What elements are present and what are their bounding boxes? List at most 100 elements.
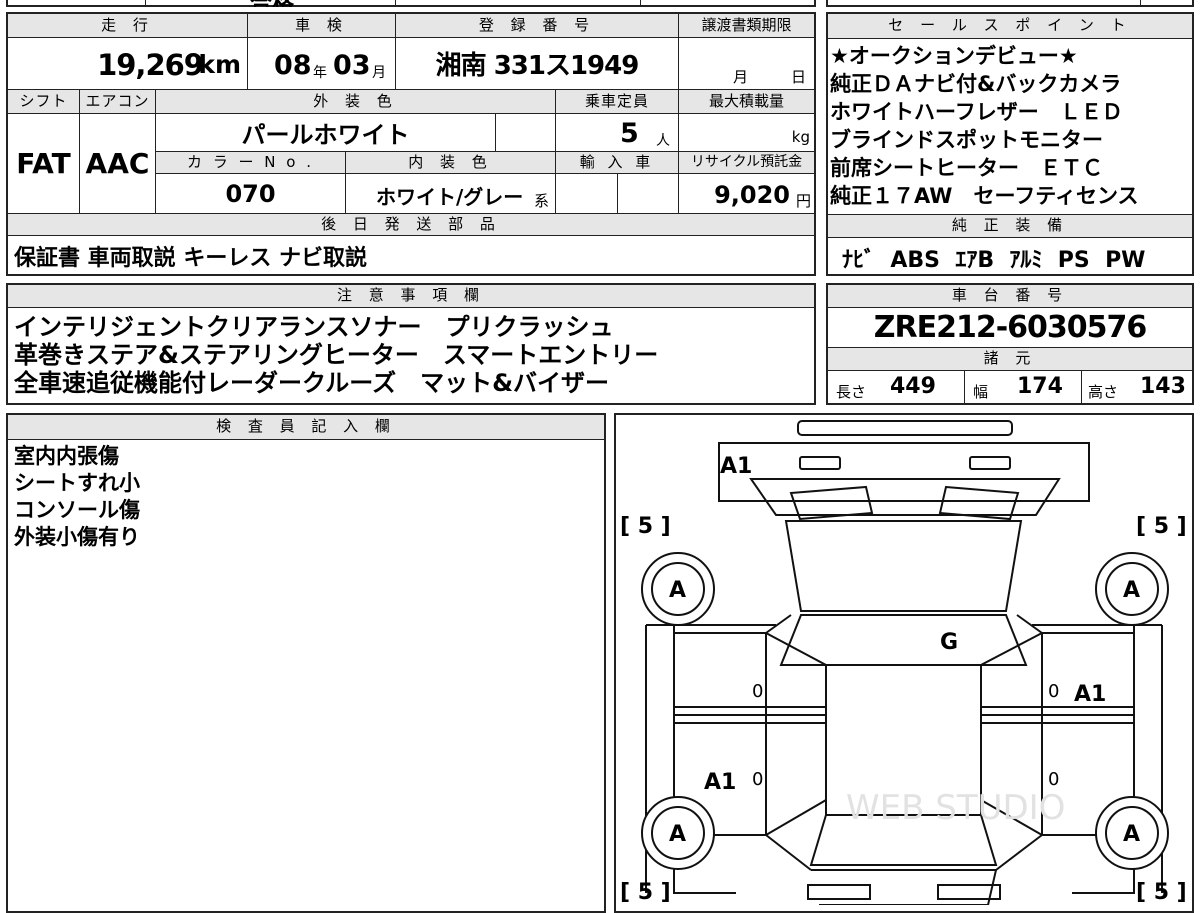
interior-color-value: ホワイト/グレー bbox=[376, 185, 524, 209]
tire-depth-rear-right: [ 5 ] bbox=[1136, 880, 1187, 905]
mark-left-rear-door: A1 bbox=[704, 770, 736, 795]
ac-cell: AAC bbox=[80, 114, 156, 214]
interior-color-cell: ホワイト/グレー 系 bbox=[346, 174, 556, 214]
month-suffix: 月 bbox=[372, 65, 386, 81]
damage-diagram-panel: [ 5 ] [ 5 ] [ 5 ] [ 5 ] A1 A A A A G A1 … bbox=[614, 413, 1194, 913]
label-inspection: 車 検 bbox=[248, 14, 396, 38]
label-later-parts: 後 日 発 送 部 品 bbox=[8, 214, 814, 236]
equipment-item: ｱﾙﾐ bbox=[1009, 248, 1043, 273]
tire-depth-rear-left: [ 5 ] bbox=[620, 880, 671, 905]
inspector-line: 外装小傷有り bbox=[14, 525, 140, 549]
spec-label: 諸 元 bbox=[828, 347, 1192, 371]
import-cell-b bbox=[618, 174, 679, 214]
sales-points-list: ★オークションデビュー★ 純正ＤＡナビ付&バックカメラ ホワイトハーフレザー Ｌ… bbox=[830, 42, 1139, 210]
inspection-cell: 08 年 03 月 bbox=[248, 38, 396, 90]
mark-front-bumper: A1 bbox=[720, 454, 752, 479]
label-mileage: 走 行 bbox=[8, 14, 248, 38]
label-transfer-deadline: 譲渡書類期限 bbox=[679, 14, 814, 38]
mark-wheel-rr: A bbox=[1123, 822, 1140, 847]
width-value: 174 bbox=[1017, 374, 1063, 399]
exterior-color-value: パールホワイト bbox=[241, 121, 410, 149]
chassis-number-cell: ZRE212-6030576 bbox=[828, 307, 1192, 347]
mileage-unit: km bbox=[198, 50, 241, 79]
equipment-item: ﾅﾋﾞ bbox=[842, 248, 876, 273]
car-diagram: [ 5 ] [ 5 ] [ 5 ] [ 5 ] A1 A A A A G A1 … bbox=[620, 420, 1187, 905]
label-max-load: 最大積載量 bbox=[679, 90, 814, 114]
mark-wheel-rl: A bbox=[669, 822, 686, 847]
note-line: 革巻きステア&ステアリングヒーター スマートエントリー bbox=[14, 341, 659, 369]
equipment-item: ABS bbox=[890, 248, 940, 273]
notes-label: 注 意 事 項 欄 bbox=[8, 285, 814, 308]
recycle-fee-value: 9,020 bbox=[714, 181, 790, 209]
label-color-no: カ ラ ー N o . bbox=[156, 152, 346, 174]
capacity-value: 5 bbox=[620, 118, 639, 149]
height-value: 143 bbox=[1140, 374, 1186, 399]
watermark: WEB STUDIO bbox=[846, 788, 1065, 828]
sales-point-line: 純正１７AW セーフティセンス bbox=[830, 184, 1139, 208]
sales-point-line: ★オークションデビュー★ bbox=[830, 44, 1078, 68]
exterior-color-cell: パールホワイト bbox=[156, 114, 496, 152]
plate-cell: 湘南 331ス1949 bbox=[396, 38, 679, 90]
sales-point-line: ホワイトハーフレザー ＬＥＤ bbox=[830, 100, 1123, 124]
zero-mark: 0 bbox=[1048, 769, 1059, 790]
inspector-panel: 検 査 員 記 入 欄 室内内張傷 シートすれ小 コンソール傷 外装小傷有り bbox=[6, 413, 606, 913]
inspection-month: 03 bbox=[333, 50, 371, 81]
year-suffix: 年 bbox=[313, 65, 327, 81]
tire-depth-front-right: [ 5 ] bbox=[1136, 514, 1187, 539]
length-label: 長さ bbox=[836, 383, 867, 401]
label-exterior-color: 外 装 色 bbox=[156, 90, 556, 114]
color-no-value: 070 bbox=[225, 179, 276, 208]
mark-wheel-fr: A bbox=[1123, 578, 1140, 603]
plate-number: 湘南 331ス1949 bbox=[435, 51, 640, 81]
spec-length-cell: 長さ 449 bbox=[828, 371, 965, 403]
shift-value: FAT bbox=[16, 147, 71, 180]
spec-width-cell: 幅 174 bbox=[965, 371, 1082, 403]
vehicle-info-panel: 走 行 車 検 登 録 番 号 譲渡書類期限 19,269 km 08 年 03… bbox=[6, 12, 816, 276]
width-label: 幅 bbox=[973, 383, 989, 401]
label-recycle-fee: リサイクル預託金 bbox=[679, 152, 814, 174]
mileage-value: 19,269 bbox=[97, 48, 204, 82]
mark-windshield: G bbox=[940, 630, 958, 655]
height-label: 高さ bbox=[1088, 383, 1119, 401]
recycle-fee-cell: 9,020 円 bbox=[679, 174, 814, 214]
recycle-fee-unit: 円 bbox=[795, 192, 811, 210]
deadline-cell: 月 日 bbox=[679, 38, 814, 90]
zero-mark: 0 bbox=[752, 769, 763, 790]
inspection-year: 08 bbox=[274, 50, 312, 81]
deadline-day-suffix: 日 bbox=[790, 68, 806, 86]
label-shift: シフト bbox=[8, 90, 80, 114]
note-line: 全車速追従機能付レーダークルーズ マット&バイザー bbox=[14, 369, 610, 397]
sales-points-label: セ ー ル ス ポ イ ン ト bbox=[828, 14, 1192, 39]
inspector-line: シートすれ小 bbox=[14, 471, 140, 495]
inspector-line: 室内内張傷 bbox=[14, 444, 119, 468]
equipment-item: PS bbox=[1057, 248, 1090, 273]
capacity-unit: 人 bbox=[656, 133, 670, 149]
max-load-cell: kg bbox=[679, 114, 814, 152]
interior-suffix: 系 bbox=[533, 192, 549, 210]
note-line: インテリジェントクリアランスソナー プリクラッシュ bbox=[14, 313, 614, 341]
mark-right-front-door: A1 bbox=[1074, 682, 1106, 707]
standard-equipment-list: ﾅﾋﾞ ABS ｴｱB ｱﾙﾐ PS PW bbox=[842, 242, 1145, 274]
color-no-cell: 070 bbox=[156, 174, 346, 214]
chassis-number: ZRE212-6030576 bbox=[873, 309, 1148, 345]
chassis-label: 車 台 番 号 bbox=[828, 285, 1192, 308]
tire-depth-front-left: [ 5 ] bbox=[620, 514, 671, 539]
sales-point-line: ブラインドスポットモニター bbox=[830, 128, 1103, 152]
length-value: 449 bbox=[890, 374, 936, 399]
inspector-label: 検 査 員 記 入 欄 bbox=[8, 415, 604, 440]
label-import: 輸 入 車 bbox=[556, 152, 679, 174]
spec-height-cell: 高さ 143 bbox=[1082, 371, 1192, 403]
top-strip: 合格 bbox=[0, 0, 1200, 7]
equipment-item: PW bbox=[1105, 248, 1146, 273]
zero-mark: 0 bbox=[1048, 681, 1059, 702]
exterior-color-extra-cell bbox=[496, 114, 556, 152]
label-capacity: 乗車定員 bbox=[556, 90, 679, 114]
deadline-month-suffix: 月 bbox=[733, 68, 749, 86]
label-ac: エアコン bbox=[80, 90, 156, 114]
mileage-cell: 19,269 km bbox=[8, 38, 248, 90]
capacity-cell: 5 人 bbox=[556, 114, 679, 152]
shift-cell: FAT bbox=[8, 114, 80, 214]
import-cell-a bbox=[556, 174, 618, 214]
sales-point-line: 前席シートヒーター ＥＴＣ bbox=[830, 156, 1103, 180]
label-registration: 登 録 番 号 bbox=[396, 14, 679, 38]
